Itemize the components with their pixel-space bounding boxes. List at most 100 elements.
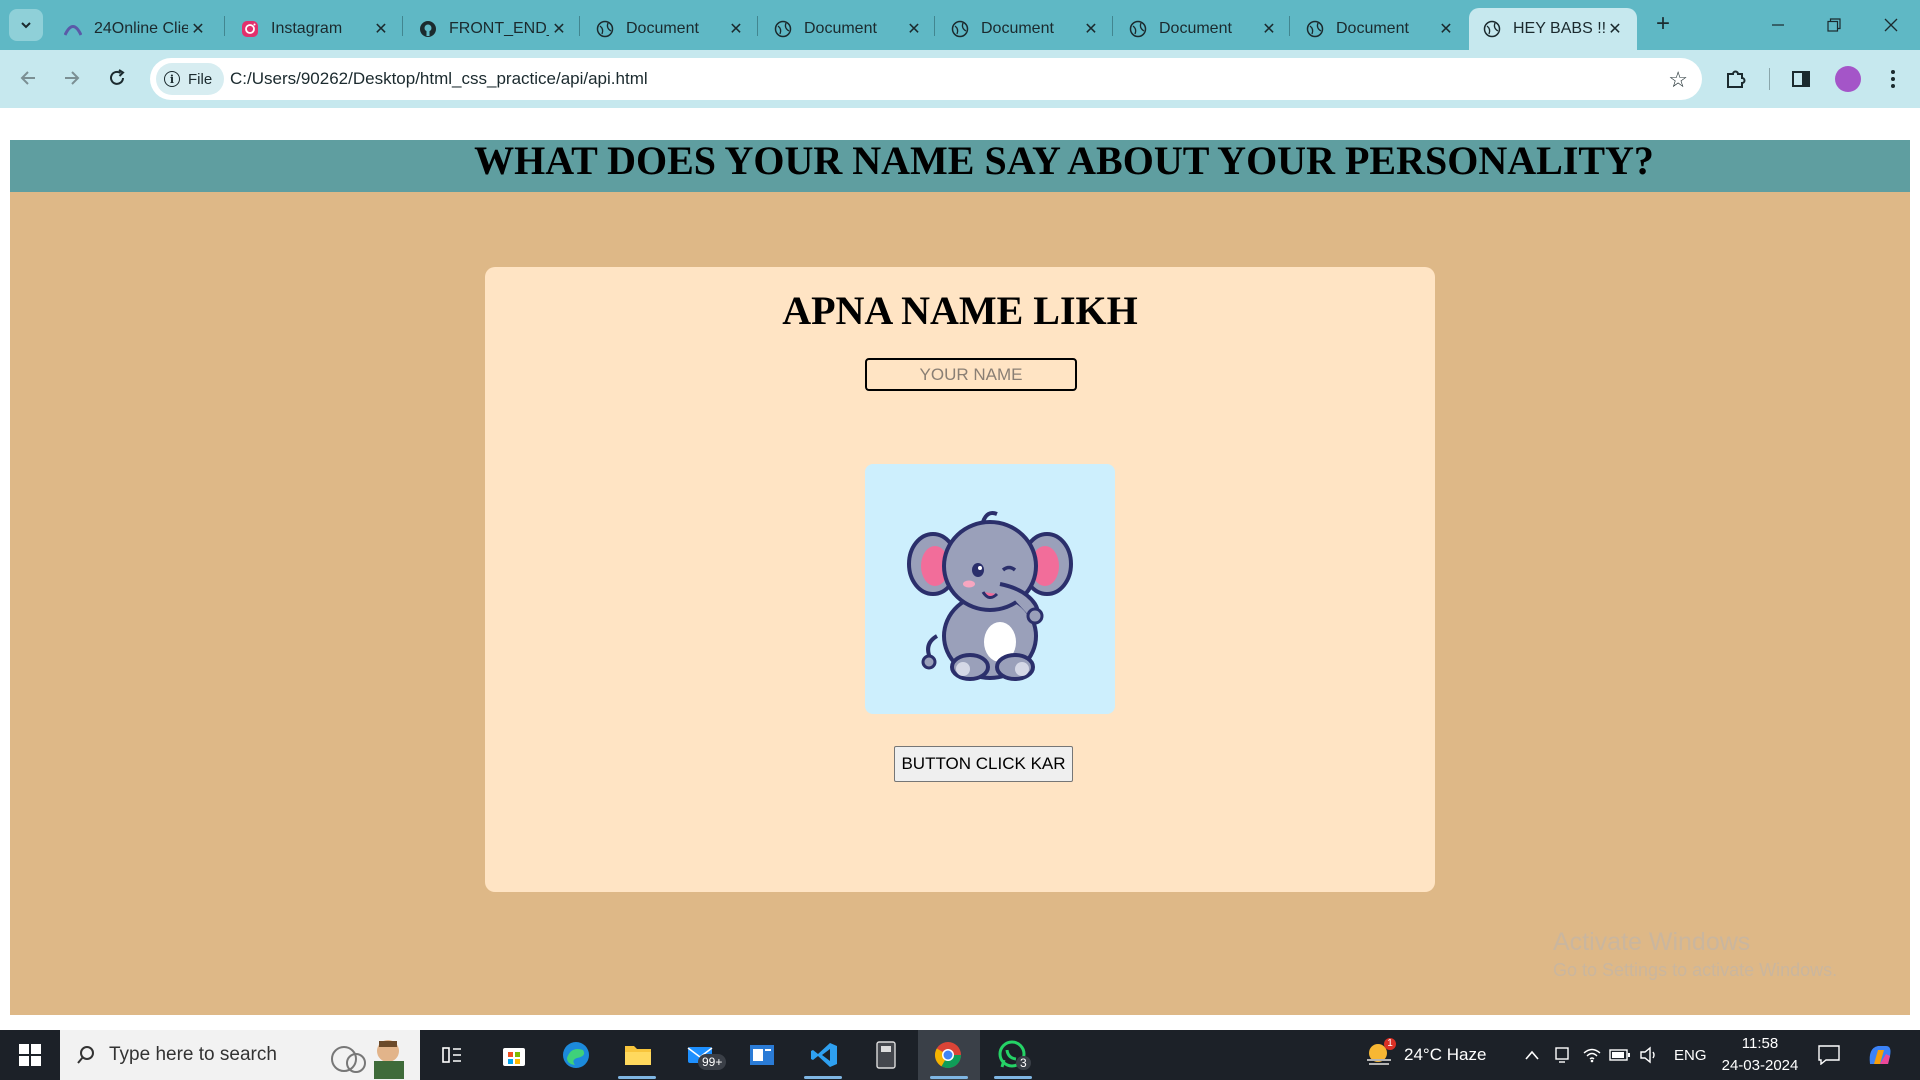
reload-icon — [110, 69, 125, 85]
battery-icon-glyph — [1609, 1049, 1630, 1061]
notifications-button[interactable] — [1814, 1030, 1844, 1080]
close-icon[interactable]: ✕ — [1259, 19, 1279, 39]
close-window-button[interactable] — [1862, 0, 1920, 50]
site-info-chip[interactable]: i File — [156, 63, 225, 95]
close-icon[interactable]: ✕ — [904, 19, 924, 39]
menu-kebab-icon[interactable] — [1888, 66, 1898, 92]
tab-document-3[interactable]: Document ✕ — [937, 8, 1113, 50]
cartoon-elephant-image — [865, 464, 1115, 714]
back-button[interactable] — [12, 62, 44, 94]
tab-title: Document — [626, 20, 699, 37]
chrome-button[interactable] — [928, 1030, 968, 1080]
info-icon: i — [164, 71, 180, 87]
reload-button[interactable] — [101, 62, 133, 94]
edge-button[interactable] — [556, 1030, 596, 1080]
tab-title: Document — [1336, 20, 1409, 37]
weather-widget-icon[interactable]: 1 — [1364, 1030, 1396, 1080]
device-icon — [1555, 1047, 1569, 1063]
globe-icon — [951, 20, 969, 38]
clock[interactable]: 11:58 24-03-2024 — [1712, 1033, 1808, 1077]
tab-github[interactable]: FRONT_END_ ✕ — [405, 8, 581, 50]
chrome-indicator — [930, 1076, 968, 1079]
tab-title: HEY BABS !! — [1513, 20, 1605, 37]
whatsapp-button[interactable]: 3 — [990, 1030, 1034, 1080]
24online-icon — [64, 20, 82, 38]
calculator-button[interactable] — [866, 1030, 906, 1080]
url-text[interactable]: C:/Users/90262/Desktop/html_css_practice… — [230, 69, 648, 89]
vscode-indicator — [804, 1076, 842, 1079]
calculator-icon — [876, 1041, 896, 1069]
profile-avatar[interactable] — [1835, 66, 1861, 92]
tab-document-5[interactable]: Document ✕ — [1292, 8, 1468, 50]
close-icon[interactable]: ✕ — [188, 19, 208, 39]
minimize-icon — [1772, 24, 1784, 26]
search-icon — [77, 1046, 94, 1064]
tab-instagram[interactable]: Instagram ✕ — [227, 8, 403, 50]
submit-button[interactable]: BUTTON CLICK KAR — [894, 746, 1073, 782]
store-icon — [503, 1048, 525, 1066]
start-button[interactable] — [0, 1030, 60, 1080]
task-view-button[interactable] — [432, 1030, 472, 1080]
extensions-button[interactable] — [1723, 66, 1749, 92]
bookmark-star-icon[interactable]: ☆ — [1668, 67, 1688, 93]
notification-icon — [1818, 1045, 1840, 1065]
copilot-button[interactable] — [1862, 1030, 1898, 1080]
address-bar[interactable]: i File C:/Users/90262/Desktop/html_css_p… — [150, 58, 1702, 100]
close-icon[interactable]: ✕ — [726, 19, 746, 39]
side-panel-button[interactable] — [1788, 66, 1814, 92]
close-icon[interactable]: ✕ — [1436, 19, 1456, 39]
new-tab-button[interactable]: + — [1650, 12, 1676, 38]
puzzle-icon — [1727, 70, 1746, 88]
volume-icon[interactable] — [1637, 1030, 1661, 1080]
mail-button[interactable]: 99+ — [680, 1030, 727, 1080]
github-icon — [419, 20, 437, 38]
name-card: APNA NAME LIKH YOUR NAME BUTTON CLICK KA… — [485, 267, 1435, 892]
chevron-up-icon — [1525, 1050, 1539, 1060]
globe-icon — [1483, 20, 1501, 38]
card-heading: APNA NAME LIKH — [782, 288, 1138, 333]
close-icon[interactable]: ✕ — [371, 19, 391, 39]
close-icon[interactable]: ✕ — [1081, 19, 1101, 39]
network-icon[interactable] — [1580, 1030, 1604, 1080]
whatsapp-indicator — [994, 1076, 1032, 1079]
vscode-button[interactable] — [804, 1030, 844, 1080]
tab-document-1[interactable]: Document ✕ — [582, 8, 758, 50]
tab-24online[interactable]: 24Online Clie ✕ — [50, 8, 220, 50]
arrow-left-icon — [20, 71, 35, 85]
microsoft-store-button[interactable] — [494, 1030, 534, 1080]
elephant-illustration — [907, 511, 1073, 681]
name-input[interactable] — [865, 358, 1077, 391]
close-icon[interactable]: ✕ — [1605, 19, 1625, 39]
meet-now-icon[interactable] — [1550, 1030, 1574, 1080]
globe-icon — [774, 20, 792, 38]
tab-hey-babs[interactable]: HEY BABS !! ✕ — [1469, 8, 1637, 50]
wifi-icon — [1583, 1048, 1601, 1063]
restore-button[interactable] — [1805, 0, 1863, 50]
activate-windows-title: Activate Windows — [1553, 928, 1751, 956]
news-icon — [750, 1045, 774, 1065]
minimize-button[interactable] — [1749, 0, 1807, 50]
tab-document-4[interactable]: Document ✕ — [1115, 8, 1291, 50]
battery-icon[interactable] — [1608, 1030, 1632, 1080]
tab-title: Document — [804, 20, 877, 37]
file-explorer-indicator — [618, 1076, 656, 1079]
news-app-button[interactable] — [742, 1030, 782, 1080]
show-hidden-icons-button[interactable] — [1520, 1030, 1544, 1080]
language-indicator[interactable]: ENG — [1674, 1030, 1707, 1080]
file-explorer-button[interactable] — [618, 1030, 658, 1080]
page-banner: WHAT DOES YOUR NAME SAY ABOUT YOUR PERSO… — [10, 140, 1910, 192]
weather-text[interactable]: 24°C Haze — [1404, 1030, 1486, 1080]
page-body: WHAT DOES YOUR NAME SAY ABOUT YOUR PERSO… — [10, 140, 1910, 1015]
forward-button[interactable] — [56, 62, 88, 94]
tab-document-2[interactable]: Document ✕ — [760, 8, 936, 50]
tab-search-button[interactable] — [9, 9, 43, 41]
vscode-icon — [811, 1043, 837, 1067]
arrow-right-icon — [65, 71, 80, 85]
close-icon — [1884, 18, 1898, 32]
close-icon[interactable]: ✕ — [549, 19, 569, 39]
tab-title: 24Online Clie — [94, 20, 188, 37]
restore-icon — [1827, 18, 1841, 32]
chevron-down-icon — [21, 22, 31, 29]
chrome-icon — [934, 1042, 962, 1069]
taskbar-search[interactable]: Type here to search — [60, 1030, 420, 1080]
